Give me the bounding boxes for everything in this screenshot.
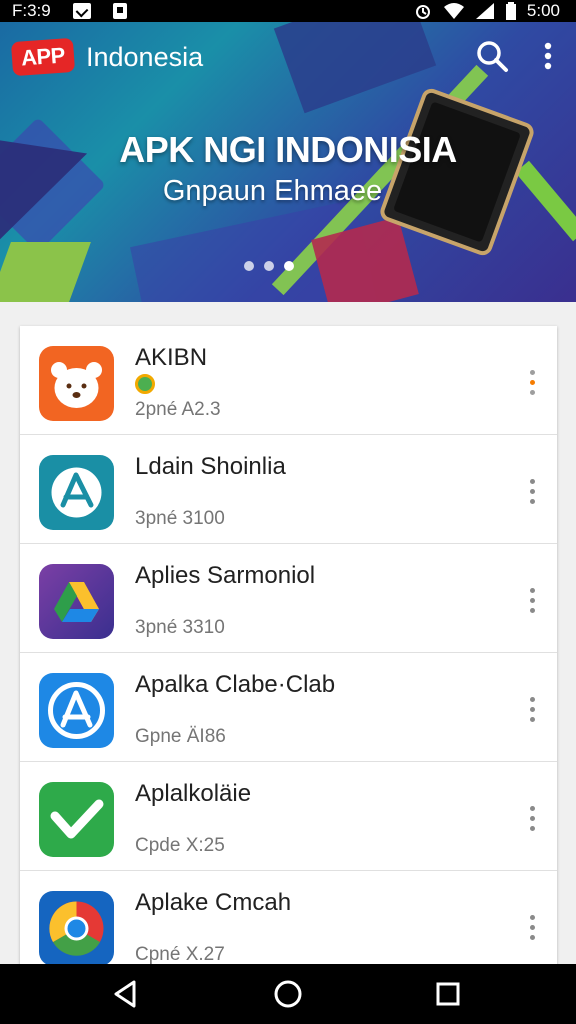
app-header-banner: APP Indonesia APK NGI INDONISIA Gnpaun E…	[0, 22, 576, 302]
list-item[interactable]: Apalka Clabe·Clab Gpne ÄI86	[20, 653, 557, 762]
status-badge	[135, 374, 155, 394]
item-menu-button[interactable]	[520, 691, 544, 727]
item-menu-button[interactable]	[520, 364, 544, 400]
back-button[interactable]	[106, 976, 146, 1012]
app-name: Apalka Clabe·Clab	[135, 671, 336, 698]
app-meta: 3pné 3310	[135, 617, 225, 638]
app-list: AKIBN 2pné A2.3 Ldain Shoinlia 3pné 3100	[20, 326, 557, 966]
checkmark-icon	[39, 782, 114, 857]
item-menu-button[interactable]	[520, 800, 544, 836]
recents-button[interactable]	[428, 976, 468, 1012]
status-bar: F:3:9 5:00	[0, 0, 576, 22]
app-name: Aplake Cmcah	[135, 889, 292, 916]
list-item[interactable]: Aplalkoläie Cpde X:25	[20, 762, 557, 871]
app-logo: APP	[10, 37, 76, 77]
bear-icon	[39, 346, 114, 421]
list-item[interactable]: Aplake Cmcah Cpné X.27	[20, 871, 557, 966]
chrome-icon	[39, 891, 114, 966]
wifi-icon	[443, 3, 464, 19]
app-meta: Cpné X.27	[135, 944, 225, 965]
item-menu-button[interactable]	[520, 909, 544, 945]
carousel-dot[interactable]	[284, 261, 294, 271]
banner-subtitle: Gnpaun Ehmaee	[162, 175, 383, 207]
recents-icon	[436, 982, 460, 1006]
back-icon	[114, 980, 136, 1008]
alarm-icon	[415, 5, 430, 19]
more-vert-icon	[544, 42, 552, 70]
status-left-text: F:3:9	[12, 1, 51, 20]
status-time: 5:00	[526, 1, 560, 20]
drive-icon	[39, 564, 114, 639]
list-item[interactable]: AKIBN 2pné A2.3	[20, 326, 557, 435]
app-store-icon	[39, 455, 114, 530]
banner-decoration	[0, 96, 106, 248]
navigation-bar	[0, 964, 576, 1024]
app-title: Indonesia	[86, 42, 204, 72]
app-meta: Gpne ÄI86	[135, 726, 226, 747]
carousel-dot[interactable]	[264, 261, 274, 271]
home-button[interactable]	[268, 976, 308, 1012]
app-name: AKIBN	[135, 344, 208, 371]
list-item[interactable]: Aplies Sarmoniol 3pné 3310	[20, 544, 557, 653]
search-button[interactable]	[474, 38, 510, 74]
app-meta: 3pné 3100	[135, 508, 225, 529]
item-menu-button[interactable]	[520, 473, 544, 509]
more-options-button[interactable]	[534, 38, 562, 74]
notification-icon	[72, 3, 91, 19]
search-icon	[477, 41, 508, 72]
notification-icon	[112, 3, 127, 19]
carousel-dot[interactable]	[244, 261, 254, 271]
list-item[interactable]: Ldain Shoinlia 3pné 3100	[20, 435, 557, 544]
app-meta: Cpde X:25	[135, 835, 225, 856]
app-name: Aplies Sarmoniol	[135, 562, 316, 589]
signal-icon	[475, 3, 494, 19]
item-menu-button[interactable]	[520, 582, 544, 618]
app-name: Ldain Shoinlia	[135, 453, 286, 480]
app-meta: 2pné A2.3	[135, 399, 221, 420]
banner-title: APK NGI INDONISIA	[119, 129, 457, 170]
banner-decoration	[273, 22, 437, 114]
home-icon	[274, 980, 302, 1008]
battery-icon	[505, 2, 516, 20]
banner-decoration	[0, 242, 91, 302]
carousel-indicator	[244, 261, 294, 271]
app-name: Aplalkoläie	[135, 780, 252, 807]
app-store-blue-icon	[39, 673, 114, 748]
